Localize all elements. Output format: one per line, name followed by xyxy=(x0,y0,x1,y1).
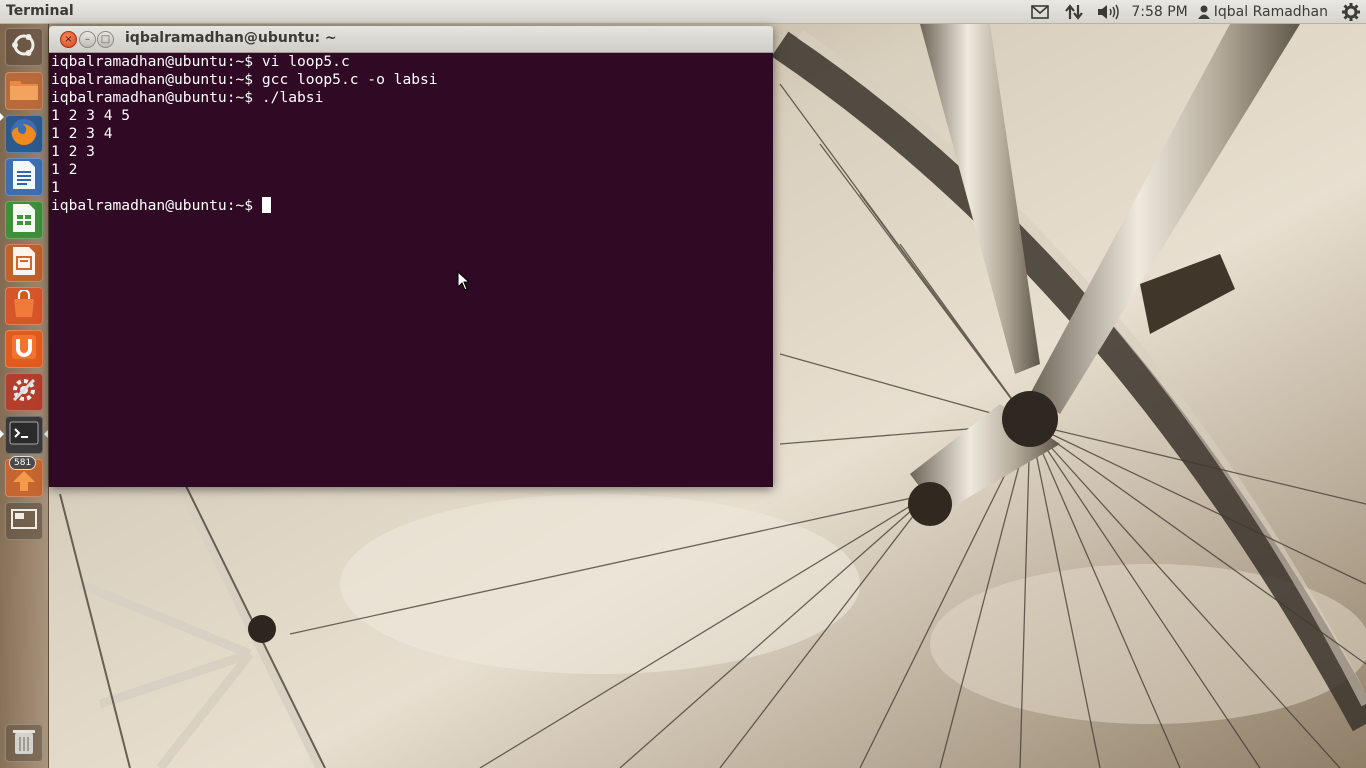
terminal-line: iqbalramadhan@ubuntu:~$ ./labsi xyxy=(51,89,324,106)
active-indicator xyxy=(44,430,48,438)
terminal-line: 1 2 3 4 5 xyxy=(51,107,131,124)
mouse-pointer-icon xyxy=(457,270,471,295)
terminal-icon xyxy=(9,421,39,449)
running-indicator xyxy=(0,430,4,438)
close-button[interactable]: × xyxy=(60,31,77,48)
volume-icon[interactable] xyxy=(1091,0,1125,24)
terminal-prompt-line[interactable]: iqbalramadhan@ubuntu:~$ xyxy=(51,197,771,215)
trash-launcher[interactable] xyxy=(5,724,43,762)
terminal-line: iqbalramadhan@ubuntu:~$ gcc loop5.c -o l… xyxy=(51,71,438,88)
terminal-line: 1 2 3 4 xyxy=(51,125,113,142)
text-cursor xyxy=(261,197,271,213)
terminal-line: 1 2 xyxy=(51,161,78,178)
terminal-window[interactable]: × – □ iqbalramadhan@ubuntu: ~ iqbalramad… xyxy=(49,26,773,487)
dash-home-button[interactable] xyxy=(5,28,43,66)
writer-launcher[interactable] xyxy=(5,158,43,196)
calc-icon xyxy=(11,203,37,237)
terminal-line: 1 2 3 xyxy=(51,143,95,160)
indicator-area: 7:58 PM Iqbal Ramadhan xyxy=(1023,0,1366,24)
settings-icon xyxy=(10,376,38,408)
user-icon xyxy=(1197,5,1210,19)
workspace-icon xyxy=(11,508,37,534)
calc-launcher[interactable] xyxy=(5,201,43,239)
terminal-prompt: iqbalramadhan@ubuntu:~$ xyxy=(51,197,262,214)
launcher: 581 xyxy=(0,24,49,768)
window-titlebar[interactable]: × – □ iqbalramadhan@ubuntu: ~ xyxy=(49,26,773,53)
firefox-launcher[interactable] xyxy=(5,115,43,153)
ubuntu-logo-icon xyxy=(10,31,38,63)
terminal-line: iqbalramadhan@ubuntu:~$ vi loop5.c xyxy=(51,53,350,70)
maximize-icon: □ xyxy=(100,33,111,45)
trash-icon xyxy=(12,727,36,759)
workspace-switcher-launcher[interactable] xyxy=(5,502,43,540)
terminal-line: 1 xyxy=(51,179,60,196)
firefox-icon xyxy=(9,117,39,151)
update-count-badge: 581 xyxy=(9,456,37,470)
folder-icon xyxy=(9,77,39,105)
active-app-title: Terminal xyxy=(6,3,74,19)
ubuntu-one-launcher[interactable] xyxy=(5,330,43,368)
running-indicator xyxy=(0,113,4,121)
close-icon: × xyxy=(64,33,73,45)
files-launcher[interactable] xyxy=(5,72,43,110)
mail-icon[interactable] xyxy=(1023,0,1057,24)
network-icon[interactable] xyxy=(1057,0,1091,24)
writer-icon xyxy=(11,160,37,194)
terminal-output[interactable]: iqbalramadhan@ubuntu:~$ vi loop5.c iqbal… xyxy=(49,53,773,487)
gear-icon[interactable] xyxy=(1336,0,1366,24)
shopping-bag-icon xyxy=(10,289,38,322)
software-center-launcher[interactable] xyxy=(5,287,43,325)
terminal-launcher[interactable] xyxy=(5,416,43,454)
minimize-button[interactable]: – xyxy=(79,31,96,48)
top-panel: Terminal 7:58 PM Iqbal Ramadhan xyxy=(0,0,1366,24)
window-title: iqbalramadhan@ubuntu: ~ xyxy=(125,30,337,46)
system-settings-launcher[interactable] xyxy=(5,373,43,411)
maximize-button[interactable]: □ xyxy=(97,31,114,48)
clock[interactable]: 7:58 PM xyxy=(1125,4,1197,20)
user-menu[interactable]: Iqbal Ramadhan xyxy=(1197,4,1336,20)
update-icon xyxy=(12,470,36,496)
user-name: Iqbal Ramadhan xyxy=(1213,4,1328,20)
impress-launcher[interactable] xyxy=(5,244,43,282)
ubuntu-one-icon xyxy=(11,334,37,364)
minimize-icon: – xyxy=(85,33,90,45)
update-manager-launcher[interactable]: 581 xyxy=(5,456,43,497)
impress-icon xyxy=(11,246,37,280)
